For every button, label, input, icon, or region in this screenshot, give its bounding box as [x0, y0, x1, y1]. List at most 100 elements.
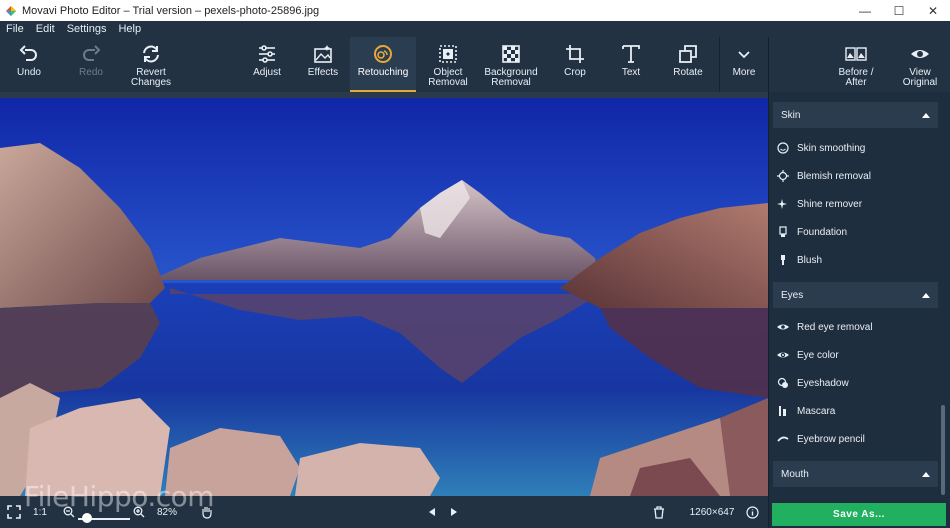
blush-tool[interactable]: Blush	[777, 250, 822, 270]
info-button[interactable]	[744, 496, 760, 528]
effects-tab[interactable]: Effects	[300, 37, 346, 92]
main-toolbar: Undo Redo Revert Changes Adjust Effects …	[0, 37, 768, 92]
view-original-label: View Original	[902, 67, 938, 88]
mascara-label: Mascara	[797, 405, 836, 417]
background-removal-label: Background Removal	[484, 67, 538, 88]
revert-changes-button[interactable]: Revert Changes	[122, 37, 180, 92]
skin-smoothing-tool[interactable]: Skin smoothing	[777, 138, 865, 158]
revert-icon	[143, 45, 159, 63]
view-toolbar: Before / After View Original	[769, 37, 950, 92]
menu-edit[interactable]: Edit	[30, 21, 61, 37]
menu-settings[interactable]: Settings	[61, 21, 113, 37]
canvas-area	[0, 92, 768, 496]
trash-icon	[654, 505, 664, 519]
crop-label: Crop	[564, 67, 586, 78]
adjust-tab[interactable]: Adjust	[244, 37, 290, 92]
fullscreen-icon	[7, 505, 21, 519]
redo-icon	[83, 45, 101, 61]
eye-color-icon	[777, 352, 789, 358]
before-after-button[interactable]: Before / After	[833, 37, 879, 92]
arrow-left-icon	[429, 508, 435, 516]
undo-label: Undo	[17, 67, 41, 78]
close-button[interactable]: ✕	[916, 0, 950, 21]
retouching-tab[interactable]: Retouching	[350, 37, 416, 92]
collapse-icon	[922, 471, 930, 477]
info-icon	[745, 505, 759, 519]
minimize-button[interactable]: —	[848, 0, 882, 21]
crop-tab[interactable]: Crop	[554, 37, 596, 92]
blush-label: Blush	[797, 254, 823, 266]
panel-scrollbar[interactable]	[941, 405, 945, 495]
eyeshadow-icon	[777, 377, 788, 388]
text-icon	[622, 45, 640, 63]
object-removal-label: Object Removal	[428, 67, 468, 88]
collapse-icon	[922, 292, 930, 298]
foundation-tool[interactable]: Foundation	[777, 222, 847, 242]
retouching-panel: Skin Skin smoothing Blemish removal Shin…	[769, 92, 950, 496]
rotate-icon	[679, 45, 697, 63]
red-eye-removal-tool[interactable]: Red eye removal	[777, 317, 873, 337]
menu-file[interactable]: File	[0, 21, 30, 37]
delete-button[interactable]	[650, 496, 668, 528]
blemish-removal-tool[interactable]: Blemish removal	[777, 166, 871, 186]
shine-remover-label: Shine remover	[797, 198, 863, 210]
rotate-tab[interactable]: Rotate	[666, 37, 710, 92]
sliders-icon	[259, 45, 275, 63]
watermark-text: FileHippo.com	[24, 480, 215, 513]
menu-bar: File Edit Settings Help	[0, 21, 950, 37]
target-icon	[777, 170, 789, 182]
eyes-section-title: Eyes	[781, 289, 804, 301]
object-removal-tab[interactable]: Object Removal	[424, 37, 472, 92]
eye-color-label: Eye color	[797, 349, 839, 361]
previous-image-button[interactable]	[424, 496, 440, 528]
eye-color-tool[interactable]: Eye color	[777, 345, 839, 365]
text-label: Text	[621, 67, 641, 78]
foundation-label: Foundation	[797, 226, 848, 238]
undo-button[interactable]: Undo	[8, 37, 50, 92]
shine-remover-tool[interactable]: Shine remover	[777, 194, 862, 214]
eyebrow-pencil-label: Eyebrow pencil	[797, 433, 865, 445]
eyebrow-pencil-tool[interactable]: Eyebrow pencil	[777, 429, 865, 449]
redo-label: Redo	[79, 67, 103, 78]
collapse-icon	[922, 112, 930, 118]
menu-help[interactable]: Help	[112, 21, 147, 37]
crop-icon	[566, 45, 584, 63]
eye-icon	[777, 324, 789, 330]
background-removal-tab[interactable]: Background Removal	[480, 37, 542, 92]
text-tab[interactable]: Text	[610, 37, 652, 92]
mascara-icon	[779, 406, 786, 416]
retouching-icon	[374, 45, 392, 63]
arrow-right-icon	[451, 508, 457, 516]
retouching-label: Retouching	[357, 67, 409, 78]
skin-smoothing-label: Skin smoothing	[797, 142, 866, 154]
eyeshadow-tool[interactable]: Eyeshadow	[777, 373, 849, 393]
image-dimensions: 1260×647	[689, 506, 735, 518]
save-as-button[interactable]: Save As...	[772, 503, 946, 526]
skin-section-header[interactable]: Skin	[773, 102, 938, 128]
toolbar-divider	[719, 37, 720, 92]
app-logo-icon	[6, 5, 16, 16]
redo-button[interactable]: Redo	[70, 37, 112, 92]
title-bar: Movavi Photo Editor – Trial version – pe…	[0, 0, 950, 21]
red-eye-removal-label: Red eye removal	[797, 321, 873, 333]
before-after-icon	[845, 47, 867, 61]
view-original-button[interactable]: View Original	[897, 37, 943, 92]
mouth-section-header[interactable]: Mouth	[773, 461, 938, 487]
eyeshadow-label: Eyeshadow	[797, 377, 849, 389]
mouth-section-title: Mouth	[781, 468, 809, 480]
eyes-section-header[interactable]: Eyes	[773, 282, 938, 308]
revert-label: Revert Changes	[130, 67, 172, 88]
effects-label: Effects	[307, 67, 339, 78]
window-title: Movavi Photo Editor – Trial version – pe…	[22, 4, 320, 17]
more-button[interactable]: More	[724, 37, 764, 92]
maximize-button[interactable]: ☐	[882, 0, 916, 21]
mascara-tool[interactable]: Mascara	[777, 401, 835, 421]
sparkle-icon	[777, 199, 787, 209]
photo-canvas[interactable]	[0, 98, 768, 496]
foundation-icon	[779, 226, 787, 237]
next-image-button[interactable]	[446, 496, 462, 528]
more-label: More	[732, 67, 756, 78]
fit-to-screen-button[interactable]	[4, 496, 24, 528]
adjust-label: Adjust	[253, 67, 281, 78]
skin-section-title: Skin	[781, 109, 801, 121]
